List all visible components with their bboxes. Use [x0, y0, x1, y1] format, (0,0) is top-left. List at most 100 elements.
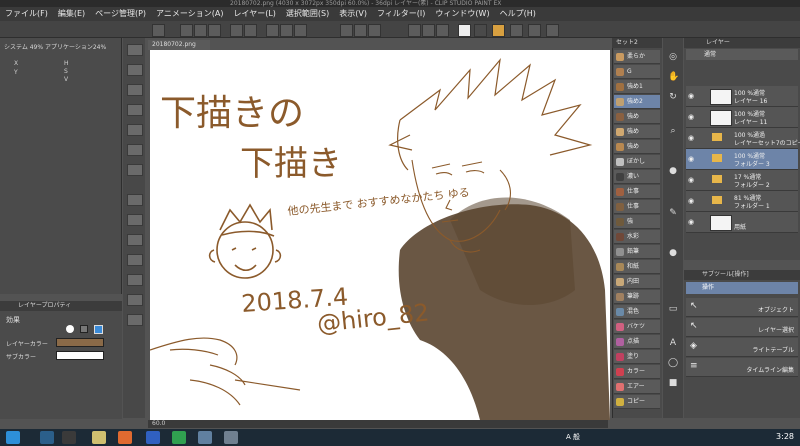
menu-help[interactable]: ヘルプ(H) — [495, 7, 541, 21]
subtool-item[interactable]: エアー — [614, 380, 660, 394]
rotate-icon[interactable]: ↻ — [668, 92, 678, 102]
visibility-eye-icon[interactable]: ◉ — [688, 134, 696, 142]
lasso-icon[interactable] — [436, 24, 449, 37]
perspective-icon[interactable] — [408, 24, 421, 37]
layer-row[interactable]: ◉ 17 %通常 フォルダー 2 — [686, 170, 798, 191]
blend-mode-select[interactable]: 通常 — [686, 49, 798, 60]
text-icon[interactable]: A — [668, 338, 678, 348]
subtool-item[interactable]: G — [614, 65, 660, 79]
subtool-item[interactable]: 鉛筆 — [614, 245, 660, 259]
search-icon[interactable]: ⌕ — [668, 126, 678, 136]
visibility-eye-icon[interactable]: ◉ — [688, 197, 696, 205]
snap-icon[interactable] — [340, 24, 353, 37]
balloon-icon[interactable]: ◯ — [668, 358, 678, 368]
palette-icon[interactable] — [492, 24, 505, 37]
color-icon[interactable]: ● — [668, 166, 678, 176]
app-icon[interactable] — [62, 431, 76, 444]
subtool-item[interactable]: 内田 — [614, 275, 660, 289]
select-icon[interactable] — [422, 24, 435, 37]
menu-window[interactable]: ウィンドウ(W) — [430, 7, 494, 21]
visibility-eye-icon[interactable]: ◉ — [688, 155, 696, 163]
main-color-icon[interactable]: ■ — [668, 378, 678, 388]
task-view-icon[interactable] — [40, 431, 54, 444]
brush-tool-icon[interactable] — [127, 194, 143, 206]
layer-row[interactable]: ◉ 用紙 — [686, 212, 798, 233]
subtool-item[interactable]: 強 — [614, 215, 660, 229]
subtool-item[interactable]: 強め2 — [614, 95, 660, 109]
subtool-item[interactable]: 強め — [614, 125, 660, 139]
grid-icon[interactable] — [368, 24, 381, 37]
menu-edit[interactable]: 編集(E) — [53, 7, 90, 21]
object-tool[interactable]: ↖ オブジェクト — [686, 298, 798, 317]
airbrush-tool-icon[interactable] — [127, 214, 143, 226]
subtool-item[interactable]: 柔らか — [614, 50, 660, 64]
eraser-tool-icon[interactable] — [127, 234, 143, 246]
document-tab[interactable]: 20180702.png — [148, 40, 210, 50]
open-file-icon[interactable] — [194, 24, 207, 37]
subtool-item[interactable]: コピー — [614, 395, 660, 409]
mail-icon[interactable] — [198, 431, 212, 444]
subtool-item[interactable]: バケツ — [614, 320, 660, 334]
navigator-icon[interactable]: ◎ — [668, 52, 678, 62]
hand-icon[interactable]: ✋ — [668, 72, 679, 82]
undo-icon[interactable] — [230, 24, 243, 37]
menu-icon[interactable] — [546, 24, 559, 37]
asset-icon[interactable] — [510, 24, 523, 37]
operation-subtool-tab[interactable]: サブツール[操作] — [684, 270, 800, 280]
redo-icon[interactable] — [244, 24, 257, 37]
visibility-eye-icon[interactable]: ◉ — [688, 92, 696, 100]
edge-icon[interactable] — [146, 431, 160, 444]
fill-icon[interactable] — [280, 24, 293, 37]
subtool-item[interactable]: 筆跡 — [614, 290, 660, 304]
sub-color-swatch[interactable] — [56, 351, 104, 360]
blend-tool-icon[interactable] — [127, 254, 143, 266]
chrome-icon[interactable] — [172, 431, 186, 444]
subtool-item[interactable]: 仕事 — [614, 200, 660, 214]
layer-row[interactable]: ◉ 81 %通常 フォルダー 1 — [686, 191, 798, 212]
visibility-eye-icon[interactable]: ◉ — [688, 176, 696, 184]
subtool-item[interactable]: 点描 — [614, 335, 660, 349]
zoom-tool-icon[interactable] — [127, 44, 143, 56]
effect-border-icon[interactable] — [66, 325, 74, 333]
subtool-item[interactable]: 水彩 — [614, 230, 660, 244]
ruler-icon[interactable] — [354, 24, 367, 37]
pen-tool-icon[interactable] — [127, 144, 143, 156]
transform-icon[interactable] — [294, 24, 307, 37]
app-logo-icon[interactable] — [152, 24, 165, 37]
gradient-tool-icon[interactable] — [127, 294, 143, 306]
layer-row[interactable]: ◉ 100 %通過 レイヤーセット7のコピー — [686, 128, 800, 149]
subtool-item[interactable]: 強め1 — [614, 80, 660, 94]
figure-tool-icon[interactable] — [127, 314, 143, 326]
subtool-item[interactable]: 塗り — [614, 350, 660, 364]
ruler-icon[interactable]: ▭ — [668, 304, 678, 314]
subtool-item[interactable]: 濃い — [614, 170, 660, 184]
operation-tool-icon[interactable] — [127, 84, 143, 96]
subtool-item[interactable]: 混色 — [614, 305, 660, 319]
drawing-canvas[interactable]: 下描きの 下描き 他の先生まで おすすめなかたち ゆる 2018.7.4 @hi… — [150, 50, 610, 420]
color-wheel-icon[interactable] — [474, 24, 487, 37]
subtool-item[interactable]: 強め — [614, 140, 660, 154]
pencil-tool-icon[interactable] — [127, 164, 143, 176]
subtool-item[interactable]: 和紙 — [614, 260, 660, 274]
selection-tool-icon[interactable] — [127, 104, 143, 116]
save-icon[interactable] — [208, 24, 221, 37]
menu-selection[interactable]: 選択範囲(S) — [281, 7, 334, 21]
menu-animation[interactable]: アニメーション(A) — [151, 7, 228, 21]
explorer-icon[interactable] — [92, 431, 106, 444]
menu-filter[interactable]: フィルター(I) — [372, 7, 430, 21]
start-icon[interactable] — [6, 431, 20, 444]
fill-tool-icon[interactable] — [127, 274, 143, 286]
menu-view[interactable]: 表示(V) — [334, 7, 372, 21]
subtool-item[interactable]: ぼかし — [614, 155, 660, 169]
subtool-item[interactable]: 仕事 — [614, 185, 660, 199]
ime-indicator[interactable]: A 般 — [566, 432, 580, 442]
layer-tab[interactable]: レイヤー — [684, 38, 800, 48]
layout-icon[interactable] — [528, 24, 541, 37]
firefox-icon[interactable] — [118, 431, 132, 444]
menu-file[interactable]: ファイル(F) — [0, 7, 53, 21]
clear-icon[interactable] — [266, 24, 279, 37]
menu-page[interactable]: ページ管理(P) — [90, 7, 151, 21]
visibility-eye-icon[interactable]: ◉ — [688, 218, 696, 226]
subtool-item[interactable]: カラー — [614, 365, 660, 379]
layer-row[interactable]: ◉ 100 %通常 レイヤー 16 — [686, 86, 798, 107]
